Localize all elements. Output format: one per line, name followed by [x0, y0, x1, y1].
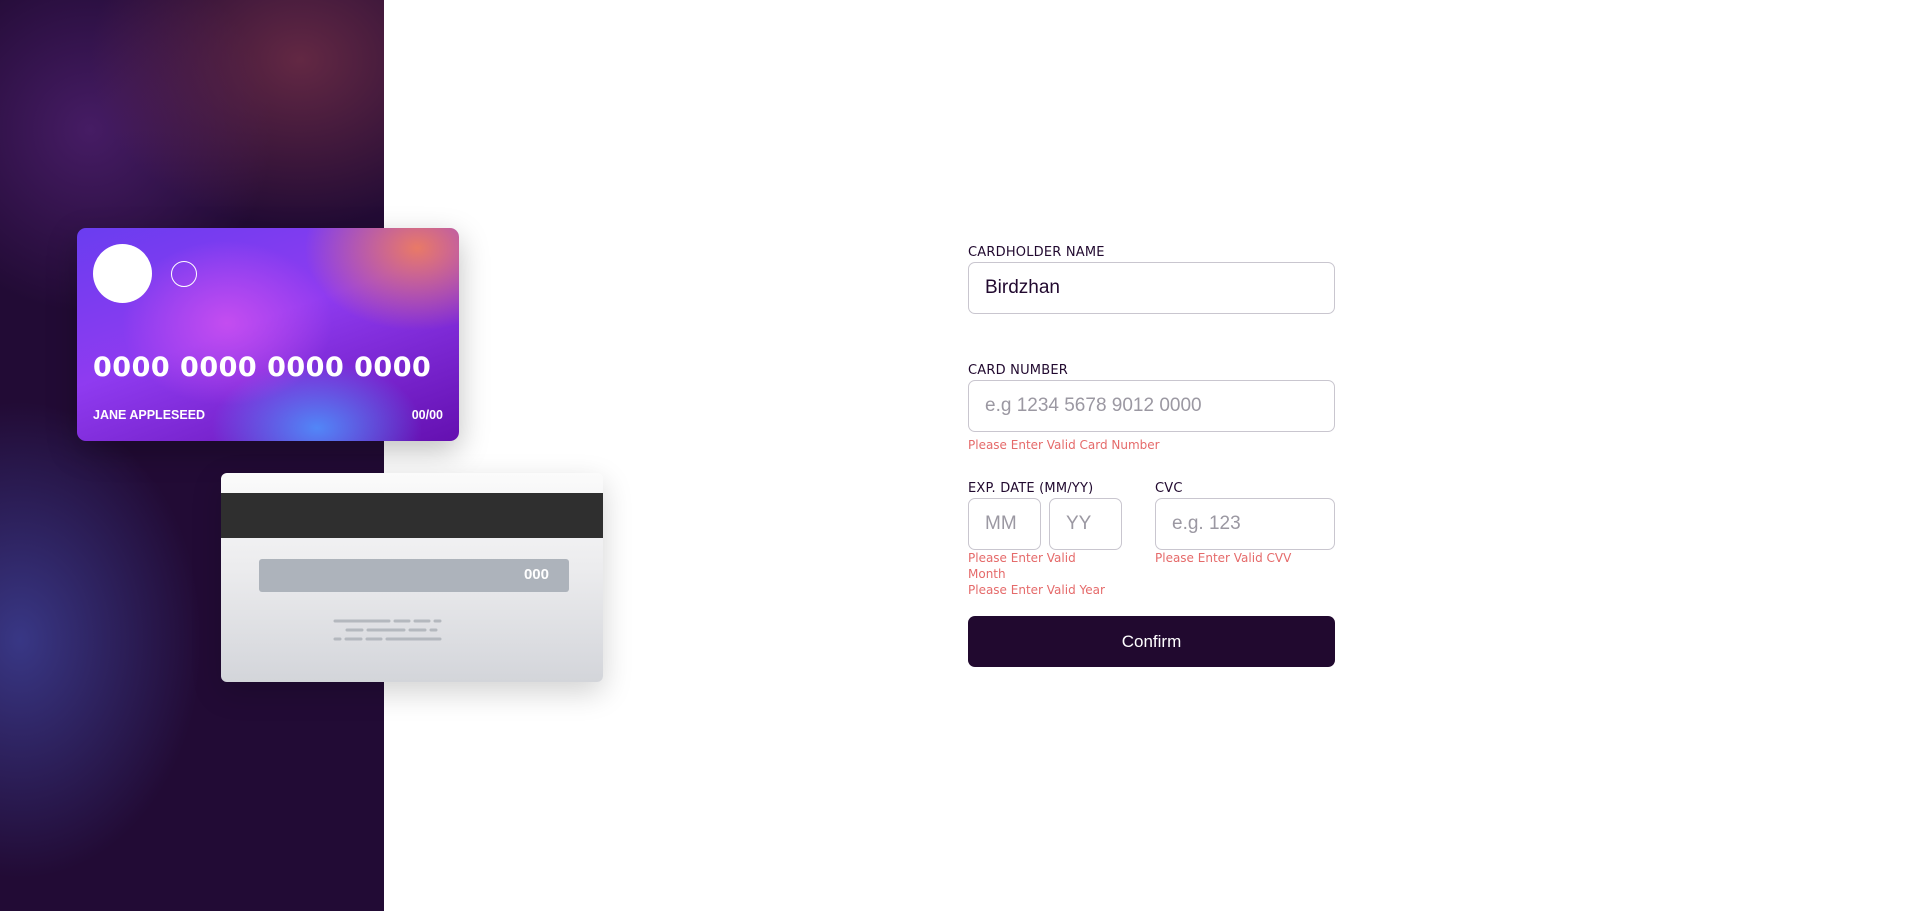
card-number-input[interactable]	[968, 380, 1335, 432]
exp-month-error: Please Enter Valid Month	[968, 551, 1076, 581]
cvc-error: Please Enter Valid CVV	[1155, 551, 1292, 565]
exp-month-input[interactable]	[968, 498, 1041, 550]
background-panel	[0, 0, 384, 911]
exp-date-field: EXP. DATE (MM/YY) Please Enter Valid Mon…	[968, 481, 1138, 598]
card-expiry-display: 00/00	[411, 408, 443, 422]
cardholder-name-field: CARDHOLDER NAME	[968, 245, 1335, 314]
cardholder-name-input[interactable]	[968, 262, 1335, 314]
cardholder-name-display: JANE APPLESEED	[93, 408, 206, 422]
cvc-field: CVC Please Enter Valid CVV	[1155, 481, 1335, 566]
cvc-label: CVC	[1155, 481, 1183, 496]
cardholder-name-label: CARDHOLDER NAME	[968, 245, 1105, 260]
cvc-input[interactable]	[1155, 498, 1335, 550]
card-fine-print-icon	[333, 619, 442, 641]
card-front: 0000 0000 0000 0000 JANE APPLESEED 00/00	[77, 228, 459, 441]
card-number-display: 0000 0000 0000 0000	[93, 352, 432, 383]
exp-date-label: EXP. DATE (MM/YY)	[968, 481, 1094, 496]
card-number-label: CARD NUMBER	[968, 363, 1068, 378]
confirm-button[interactable]: Confirm	[968, 616, 1335, 667]
card-cvc-display: 000	[523, 566, 549, 583]
exp-year-error: Please Enter Valid Year	[968, 583, 1105, 597]
card-number-field: CARD NUMBER Please Enter Valid Card Numb…	[968, 363, 1335, 453]
exp-year-input[interactable]	[1049, 498, 1122, 550]
card-logo-circle-outline-icon	[171, 261, 197, 287]
exp-date-inputs	[968, 498, 1138, 550]
card-back: 000	[221, 473, 603, 682]
card-logo-circle-filled-icon	[93, 244, 152, 303]
signature-strip: 000	[259, 559, 569, 592]
magnetic-stripe	[221, 493, 603, 538]
card-number-error: Please Enter Valid Card Number	[968, 438, 1160, 452]
